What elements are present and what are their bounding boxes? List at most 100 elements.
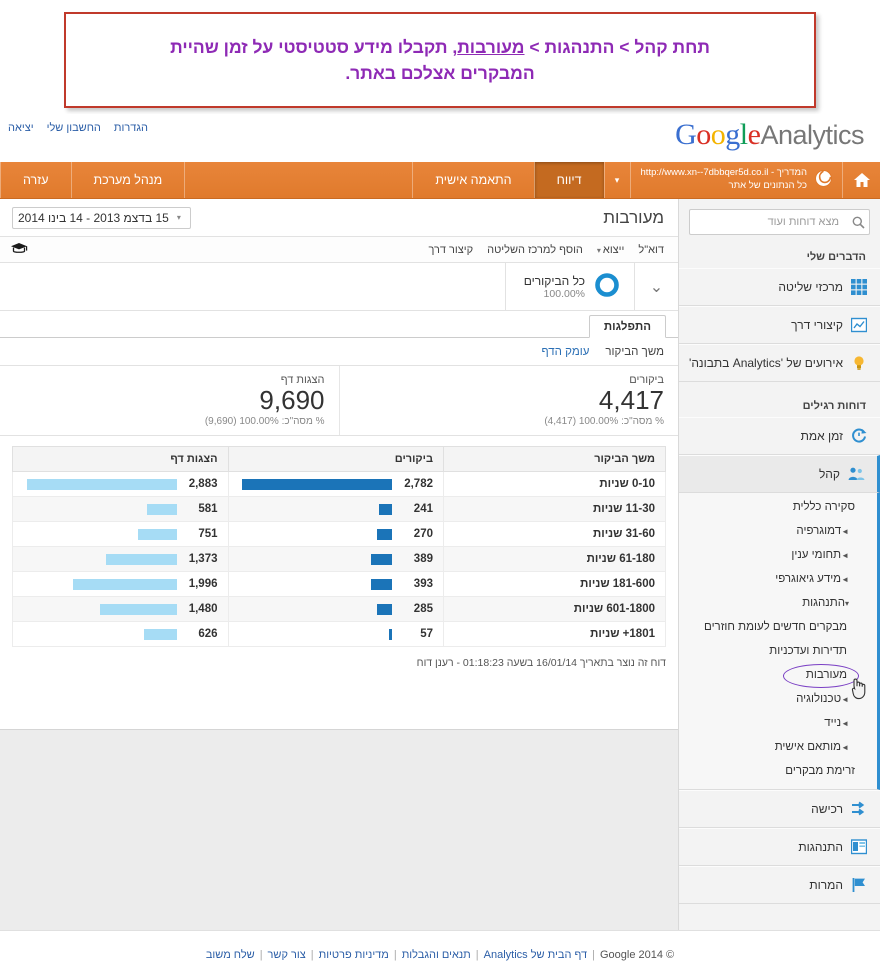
cell-value: 2,782 <box>399 478 433 490</box>
tab-help[interactable]: עזרה <box>0 162 71 198</box>
property-url: http://www.xn--7dbbqer5d.co.il - המדריך <box>641 167 807 180</box>
annotation-line1-after: , תקבלו מידע סטטיסטי על זמן שהיית <box>170 37 457 57</box>
sidebar-item-users-flow[interactable]: זרימת מבקרים <box>679 759 877 783</box>
sidebar-item-audience[interactable]: קהל <box>679 455 880 493</box>
table-row: 11-30 שניות241581 <box>13 497 666 522</box>
cell-pageviews: 1,480 <box>13 597 229 622</box>
sidebar-item-technology[interactable]: ◄ טכנולוגיה <box>679 687 877 711</box>
add-to-dashboard-button[interactable]: הוסף למרכז השליטה <box>487 244 583 256</box>
value-bar <box>147 504 177 515</box>
sidebar-item-overview[interactable]: סקירה כללית <box>679 495 877 519</box>
chevron-down-icon: ▾ <box>845 599 849 608</box>
sidebar-subitem-label: דמוגרפיה <box>796 525 841 537</box>
sidebar-subitem-label: התנהגות <box>802 597 845 609</box>
footer-link-terms[interactable]: תנאים והגבלות <box>402 949 471 961</box>
sidebar-item-acquisition[interactable]: רכישה <box>679 790 880 828</box>
sidebar-item-frequency-recency[interactable]: תדירות ועדכניות <box>679 639 877 663</box>
sidebar-item-custom[interactable]: ◄ מותאם אישית <box>679 735 877 759</box>
value-bar <box>389 629 392 640</box>
footer-link-analytics-home[interactable]: דף הבית של Analytics <box>484 949 587 961</box>
sidebar-item-dashboards[interactable]: מרכזי שליטה <box>679 268 880 306</box>
cell-duration-label: 1801+ שניות <box>443 622 665 647</box>
segment-all-visits[interactable]: כל הביקורים 100.00% <box>505 263 634 310</box>
footer-link-feedback[interactable]: שלח משוב <box>206 949 255 961</box>
metric-tab-session-duration[interactable]: משך הביקור <box>605 346 664 358</box>
sidebar-item-mobile[interactable]: ◄ נייד <box>679 711 877 735</box>
sidebar-item-realtime[interactable]: זמן אמת <box>679 417 880 455</box>
account-selector[interactable]: http://www.xn--7dbbqer5d.co.il - המדריך … <box>630 162 842 198</box>
report-tabs: התפלגות <box>0 311 678 338</box>
sidebar-item-conversions[interactable]: המרות <box>679 866 880 904</box>
sidebar-item-label: מרכזי שליטה <box>778 280 843 294</box>
cell-value: 1,996 <box>184 578 218 590</box>
annotation-line2: המבקרים אצלכם באתר. <box>345 63 534 83</box>
signout-link[interactable]: יציאה <box>8 122 34 134</box>
date-range-selector[interactable]: ▾ 15 בדצמ 2013 - 14 בינו 2014 <box>12 207 191 229</box>
sidebar-item-shortcuts[interactable]: קיצורי דרך <box>679 306 880 344</box>
sidebar-item-geo[interactable]: ◄ מידע גיאוגרפי <box>679 567 877 591</box>
annotation-callout: תחת קהל > התנהגות > מעורבות, תקבלו מידע … <box>64 12 816 108</box>
footer-link-contact[interactable]: צור קשר <box>268 949 306 961</box>
table-row: 1801+ שניות57626 <box>13 622 666 647</box>
cell-visits: 2,782 <box>228 472 443 497</box>
sidebar-item-label: המרות <box>809 878 843 892</box>
graduation-cap-icon[interactable] <box>10 242 28 258</box>
sidebar-item-intelligence-events[interactable]: אירועים של 'Analytics בתבונה' <box>679 344 880 382</box>
chevron-right-icon: ◄ <box>841 695 849 704</box>
sidebar-search-wrap <box>679 199 880 243</box>
cell-value: 241 <box>399 503 433 515</box>
search-input[interactable] <box>690 210 847 234</box>
tab-reporting[interactable]: דיווח <box>534 162 604 198</box>
sidebar-subitem-label: נייד <box>824 717 841 729</box>
col-header-duration[interactable]: משך הביקור <box>443 447 665 472</box>
table-row: 61-180 שניות3891,373 <box>13 547 666 572</box>
sidebar-item-demographics[interactable]: ◄ דמוגרפיה <box>679 519 877 543</box>
tab-distribution[interactable]: התפלגות <box>589 315 666 338</box>
sidebar-item-behavior-main[interactable]: התנהגות <box>679 828 880 866</box>
tab-customization[interactable]: התאמה אישית <box>412 162 533 198</box>
analytics-wordmark: Analytics <box>760 120 864 150</box>
segment-expand-toggle[interactable]: ⌄ <box>634 263 678 310</box>
page-title: מעורבות <box>603 208 664 228</box>
search-icon <box>847 216 869 229</box>
chevron-down-icon: ▾ <box>597 246 601 255</box>
metric-tab-page-depth[interactable]: עומק הדף <box>541 346 589 358</box>
chevron-right-icon: ◄ <box>841 719 849 728</box>
cell-pageviews: 1,996 <box>13 572 229 597</box>
tab-admin[interactable]: מנהל מערכת <box>71 162 185 198</box>
col-header-visits[interactable]: ביקורים <box>228 447 443 472</box>
shortcut-button[interactable]: קיצור דרך <box>428 244 473 256</box>
my-account-link[interactable]: החשבון שלי <box>47 122 101 134</box>
settings-link[interactable]: הגדרות <box>114 122 148 134</box>
cell-duration-label: 61-180 שניות <box>443 547 665 572</box>
table-row: 0-10 שניות2,7822,883 <box>13 472 666 497</box>
conversions-flag-icon <box>850 876 868 894</box>
data-table-wrap: משך הביקור ביקורים הצגות דף 0-10 שניות2,… <box>0 436 678 647</box>
section-label-my-stuff: הדברים שלי <box>679 243 880 268</box>
sidebar-item-engagement[interactable]: מעורבות <box>679 663 877 687</box>
google-analytics-logo[interactable]: GoogleAnalytics <box>675 118 870 152</box>
sidebar-item-new-vs-returning[interactable]: מבקרים חדשים לעומת חוזרים <box>679 615 877 639</box>
audience-people-icon <box>847 465 865 483</box>
report-generated-note[interactable]: דוח זה נוצר בתאריך 16/01/14 בשעה 01:18:2… <box>0 647 678 679</box>
footer-link-privacy[interactable]: מדיניות פרטיות <box>319 949 389 961</box>
chevron-right-icon: ◄ <box>841 527 849 536</box>
chevron-right-icon: ◄ <box>841 743 849 752</box>
summary-pageviews: הצגות דף 9,690 % מסה"כ: 100.00% (9,690) <box>0 366 340 435</box>
globe-icon <box>815 170 832 190</box>
chevron-down-icon[interactable]: ▾ <box>604 162 630 198</box>
engagement-data-table: משך הביקור ביקורים הצגות דף 0-10 שניות2,… <box>12 446 666 647</box>
cell-visits: 57 <box>228 622 443 647</box>
search-box[interactable] <box>689 209 870 235</box>
col-header-pageviews[interactable]: הצגות דף <box>13 447 229 472</box>
home-icon[interactable] <box>842 162 880 198</box>
email-button[interactable]: דוא"ל <box>638 244 664 256</box>
sidebar-item-behavior[interactable]: ▾ התנהגות <box>679 591 877 615</box>
sidebar-item-interests[interactable]: ◄ תחומי ענין <box>679 543 877 567</box>
export-button[interactable]: ייצוא▾ <box>597 244 625 256</box>
acquisition-arrows-icon <box>850 800 868 818</box>
cell-visits: 285 <box>228 597 443 622</box>
sidebar-item-label: זמן אמת <box>801 429 843 443</box>
value-bar <box>27 479 177 490</box>
annotation-link-text: מעורבות <box>457 37 524 57</box>
